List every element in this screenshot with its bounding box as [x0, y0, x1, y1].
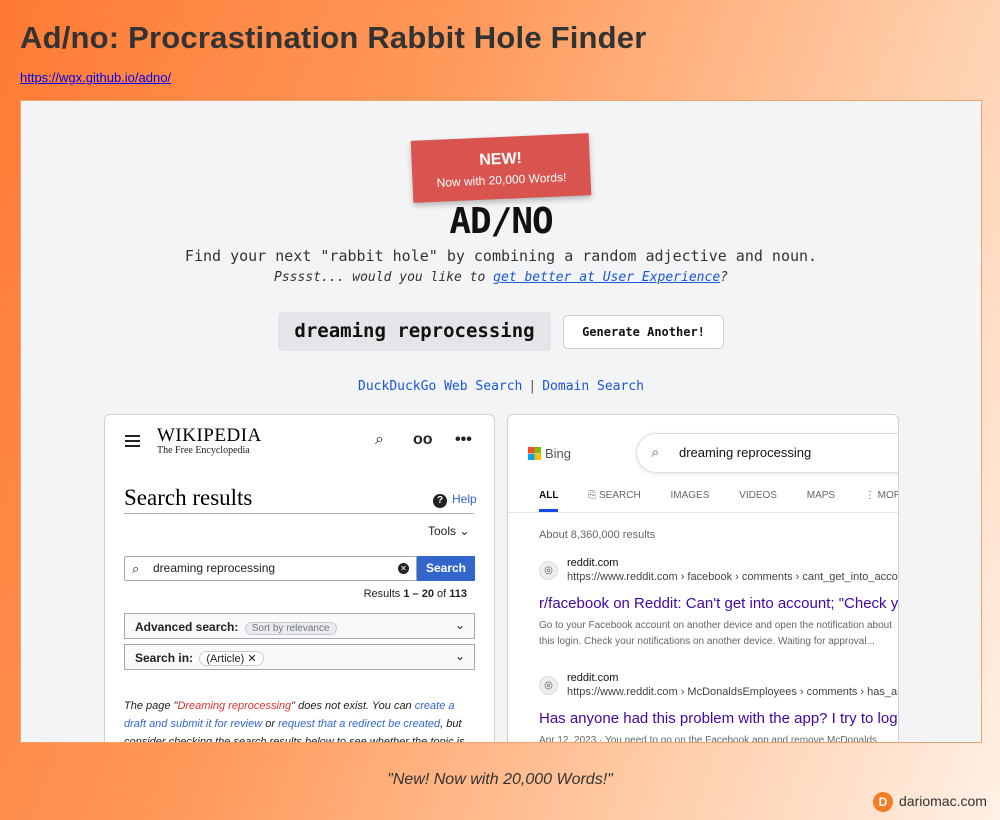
result-snippet: Go to your Facebook account on another d…	[539, 618, 892, 650]
result-snippet: Apr 12, 2023 · You need to go on the Fac…	[539, 733, 878, 743]
link-separator: |	[528, 379, 537, 394]
namespace-chip[interactable]: (Article) ✕	[199, 651, 264, 666]
adno-logo: AD/NO	[449, 201, 553, 242]
results-of: of	[433, 588, 450, 600]
search-in-label: Search in:	[135, 651, 194, 665]
wikipedia-logo-subtitle: The Free Encyclopedia	[157, 445, 250, 456]
advanced-search-toggle[interactable]: Advanced search: Sort by relevance ⌄	[124, 613, 475, 639]
random-phrase: dreaming reprocessing	[278, 312, 551, 351]
notice-text-1: The page "	[124, 700, 178, 712]
screenshot-frame: NEW! Now with 20,000 Words! AD/NO Find y…	[20, 100, 982, 743]
tab-search-label: SEARCH	[599, 490, 641, 501]
search-links: DuckDuckGo Web Search | Domain Search	[21, 379, 981, 394]
psst-suffix: ?	[720, 270, 728, 285]
heading-rule	[124, 513, 474, 514]
bing-results-count: About 8,360,000 results	[539, 529, 656, 541]
tab-videos[interactable]: VIDEOS	[739, 490, 777, 501]
chevron-down-icon: ⌄	[454, 618, 465, 632]
psst-line: Psssst... would you like to get better a…	[21, 270, 981, 285]
tools-menu[interactable]: Tools ⌄	[428, 524, 469, 538]
chevron-down-icon: ⌄	[459, 524, 470, 538]
badge-subtitle: Now with 20,000 Words!	[436, 170, 567, 190]
globe-icon: ◎	[539, 561, 558, 580]
chevron-down-icon: ⌄	[454, 649, 465, 663]
bing-panel: Bing ⌕ dreaming reprocessing ALL ⎘ SEARCH…	[507, 414, 899, 743]
microsoft-logo-icon	[528, 447, 541, 460]
results-prefix: Results	[363, 588, 404, 600]
search-icon: ⌕	[132, 561, 140, 576]
menu-icon[interactable]	[125, 435, 140, 447]
bing-query: dreaming reprocessing	[679, 445, 812, 460]
new-badge: NEW! Now with 20,000 Words!	[410, 133, 592, 203]
results-count: Results 1 – 20 of 113	[124, 588, 467, 600]
more-vertical-icon: ⋮	[864, 490, 875, 501]
result-title[interactable]: r/facebook on Reddit: Can't get into acc…	[539, 595, 898, 612]
wikipedia-logo[interactable]: WIKIPEDIA	[157, 425, 262, 447]
credit-label: dariomac.com	[899, 793, 987, 809]
search-icon[interactable]: ⌕	[375, 431, 384, 449]
clear-icon[interactable]: ✕	[398, 563, 409, 574]
result-title[interactable]: Has anyone had this problem with the app…	[539, 710, 898, 727]
bing-tabs: ALL ⎘ SEARCH IMAGES VIDEOS MAPS ⋮ MORE	[539, 490, 898, 512]
snippet-line-2: this login. Check your notifications on …	[539, 636, 875, 647]
missing-page-link[interactable]: Dreaming reprocessing	[177, 700, 291, 712]
search-in-toggle[interactable]: Search in: (Article) ✕ ⌄	[124, 644, 475, 670]
tab-more[interactable]: ⋮ MORE	[864, 490, 898, 501]
tagline: Find your next "rabbit hole" by combinin…	[184, 247, 818, 265]
tab-maps[interactable]: MAPS	[807, 490, 835, 501]
tabs-divider	[508, 512, 898, 513]
generate-another-button[interactable]: Generate Another!	[563, 315, 724, 349]
help-link[interactable]: ? Help	[433, 492, 477, 508]
globe-icon: ◎	[539, 676, 558, 695]
tab-all[interactable]: ALL	[539, 490, 559, 512]
results-range: 1 – 20	[403, 588, 434, 600]
results-total: 113	[449, 588, 467, 600]
wikipedia-panel: WIKIPEDIA The Free Encyclopedia ⌕ oo •••…	[104, 414, 495, 742]
caption: "New! Now with 20,000 Words!"	[387, 771, 613, 788]
request-redirect-link[interactable]: request that a redirect be created	[278, 718, 440, 730]
result-site: reddit.com	[567, 557, 619, 569]
duckduckgo-link[interactable]: DuckDuckGo Web Search	[358, 379, 522, 394]
sort-chip: Sort by relevance	[244, 622, 337, 635]
advanced-search-label: Advanced search:	[135, 620, 239, 634]
app-link[interactable]: https://wgx.github.io/adno/	[20, 70, 171, 85]
result-site: reddit.com	[567, 672, 619, 684]
results-heading: Search results	[124, 485, 253, 510]
bing-logo[interactable]: Bing	[528, 446, 571, 461]
bing-search-input[interactable]: ⌕ dreaming reprocessing	[636, 433, 898, 473]
notice-text-2: " does not exist. You can	[291, 700, 415, 712]
dariomac-logo-icon: D	[873, 792, 893, 812]
wiki-search-input[interactable]: ⌕ dreaming reprocessing ✕	[124, 556, 417, 581]
snippet-line-1: Go to your Facebook account on another d…	[539, 620, 893, 631]
bing-logo-text: Bing	[545, 446, 572, 461]
result-url[interactable]: https://www.reddit.com › McDonaldsEmploy…	[567, 686, 898, 698]
more-icon[interactable]: •••	[455, 431, 472, 449]
page-title: Ad/no: Procrastination Rabbit Hole Finde…	[20, 20, 647, 55]
copilot-icon: ⎘	[588, 490, 597, 501]
page-not-exist-notice: The page "Dreaming reprocessing" does no…	[124, 697, 476, 742]
badge-title: NEW!	[478, 150, 523, 169]
help-icon: ?	[433, 494, 447, 508]
namespace-chip-label: (Article)	[206, 653, 245, 665]
wiki-search-button[interactable]: Search	[417, 556, 475, 581]
glasses-icon[interactable]: oo	[413, 431, 433, 449]
tools-label: Tools	[428, 524, 457, 538]
result-url[interactable]: https://www.reddit.com › facebook › comm…	[567, 571, 898, 583]
notice-text-3: or	[262, 718, 279, 730]
wiki-query: dreaming reprocessing	[153, 561, 276, 575]
ux-link[interactable]: get better at User Experience	[493, 270, 720, 285]
tab-images[interactable]: IMAGES	[670, 490, 709, 501]
psst-prefix: Psssst... would you like to	[274, 270, 494, 285]
tab-search[interactable]: ⎘ SEARCH	[588, 490, 640, 501]
help-label: Help	[452, 492, 477, 506]
tab-more-label: MORE	[877, 490, 898, 501]
snippet-line-1: Apr 12, 2023 · You need to go on the Fac…	[539, 735, 878, 743]
search-icon: ⌕	[651, 444, 660, 461]
credit[interactable]: Ddariomac.com	[873, 792, 987, 812]
domain-search-link[interactable]: Domain Search	[542, 379, 644, 394]
